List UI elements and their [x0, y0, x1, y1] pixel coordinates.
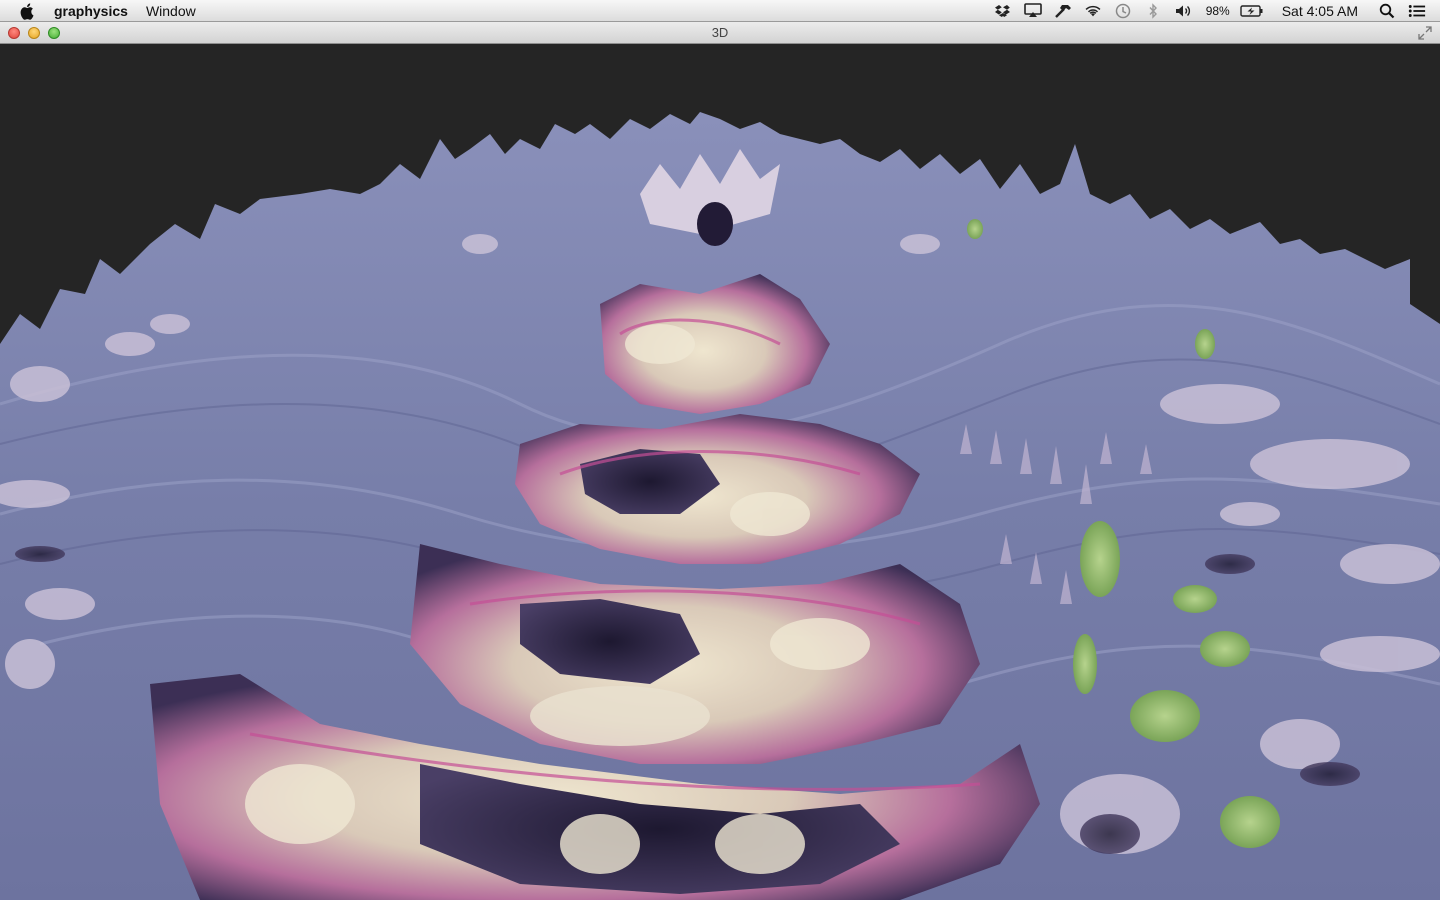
- dropbox-icon[interactable]: [994, 3, 1012, 19]
- window-titlebar[interactable]: 3D: [0, 22, 1440, 44]
- spotlight-icon[interactable]: [1378, 3, 1396, 19]
- battery-percent[interactable]: 98%: [1206, 4, 1230, 18]
- status-area: 98% Sat 4:05 AM: [988, 0, 1440, 22]
- fullscreen-icon[interactable]: [1418, 26, 1432, 40]
- menu-window[interactable]: Window: [146, 3, 196, 19]
- app-menu-graphysics[interactable]: graphysics: [54, 3, 128, 19]
- battery-icon[interactable]: [1240, 3, 1264, 19]
- airplay-icon[interactable]: [1023, 3, 1042, 19]
- wifi-icon[interactable]: [1084, 3, 1102, 19]
- volume-icon[interactable]: [1174, 3, 1192, 19]
- hammer-icon[interactable]: [1054, 3, 1072, 19]
- time-machine-icon[interactable]: [1114, 3, 1132, 19]
- app-window: 3D: [0, 22, 1440, 900]
- apple-icon[interactable]: [19, 2, 37, 20]
- window-title: 3D: [711, 25, 729, 40]
- 3d-viewport[interactable]: [0, 44, 1440, 900]
- 3d-surface-render: [0, 112, 1440, 900]
- notification-center-icon[interactable]: [1408, 3, 1426, 19]
- menu-bar: graphysics Window 98% Sat 4:05 AM: [0, 0, 1440, 22]
- menubar-clock[interactable]: Sat 4:05 AM: [1282, 3, 1358, 19]
- bluetooth-icon[interactable]: [1144, 2, 1162, 19]
